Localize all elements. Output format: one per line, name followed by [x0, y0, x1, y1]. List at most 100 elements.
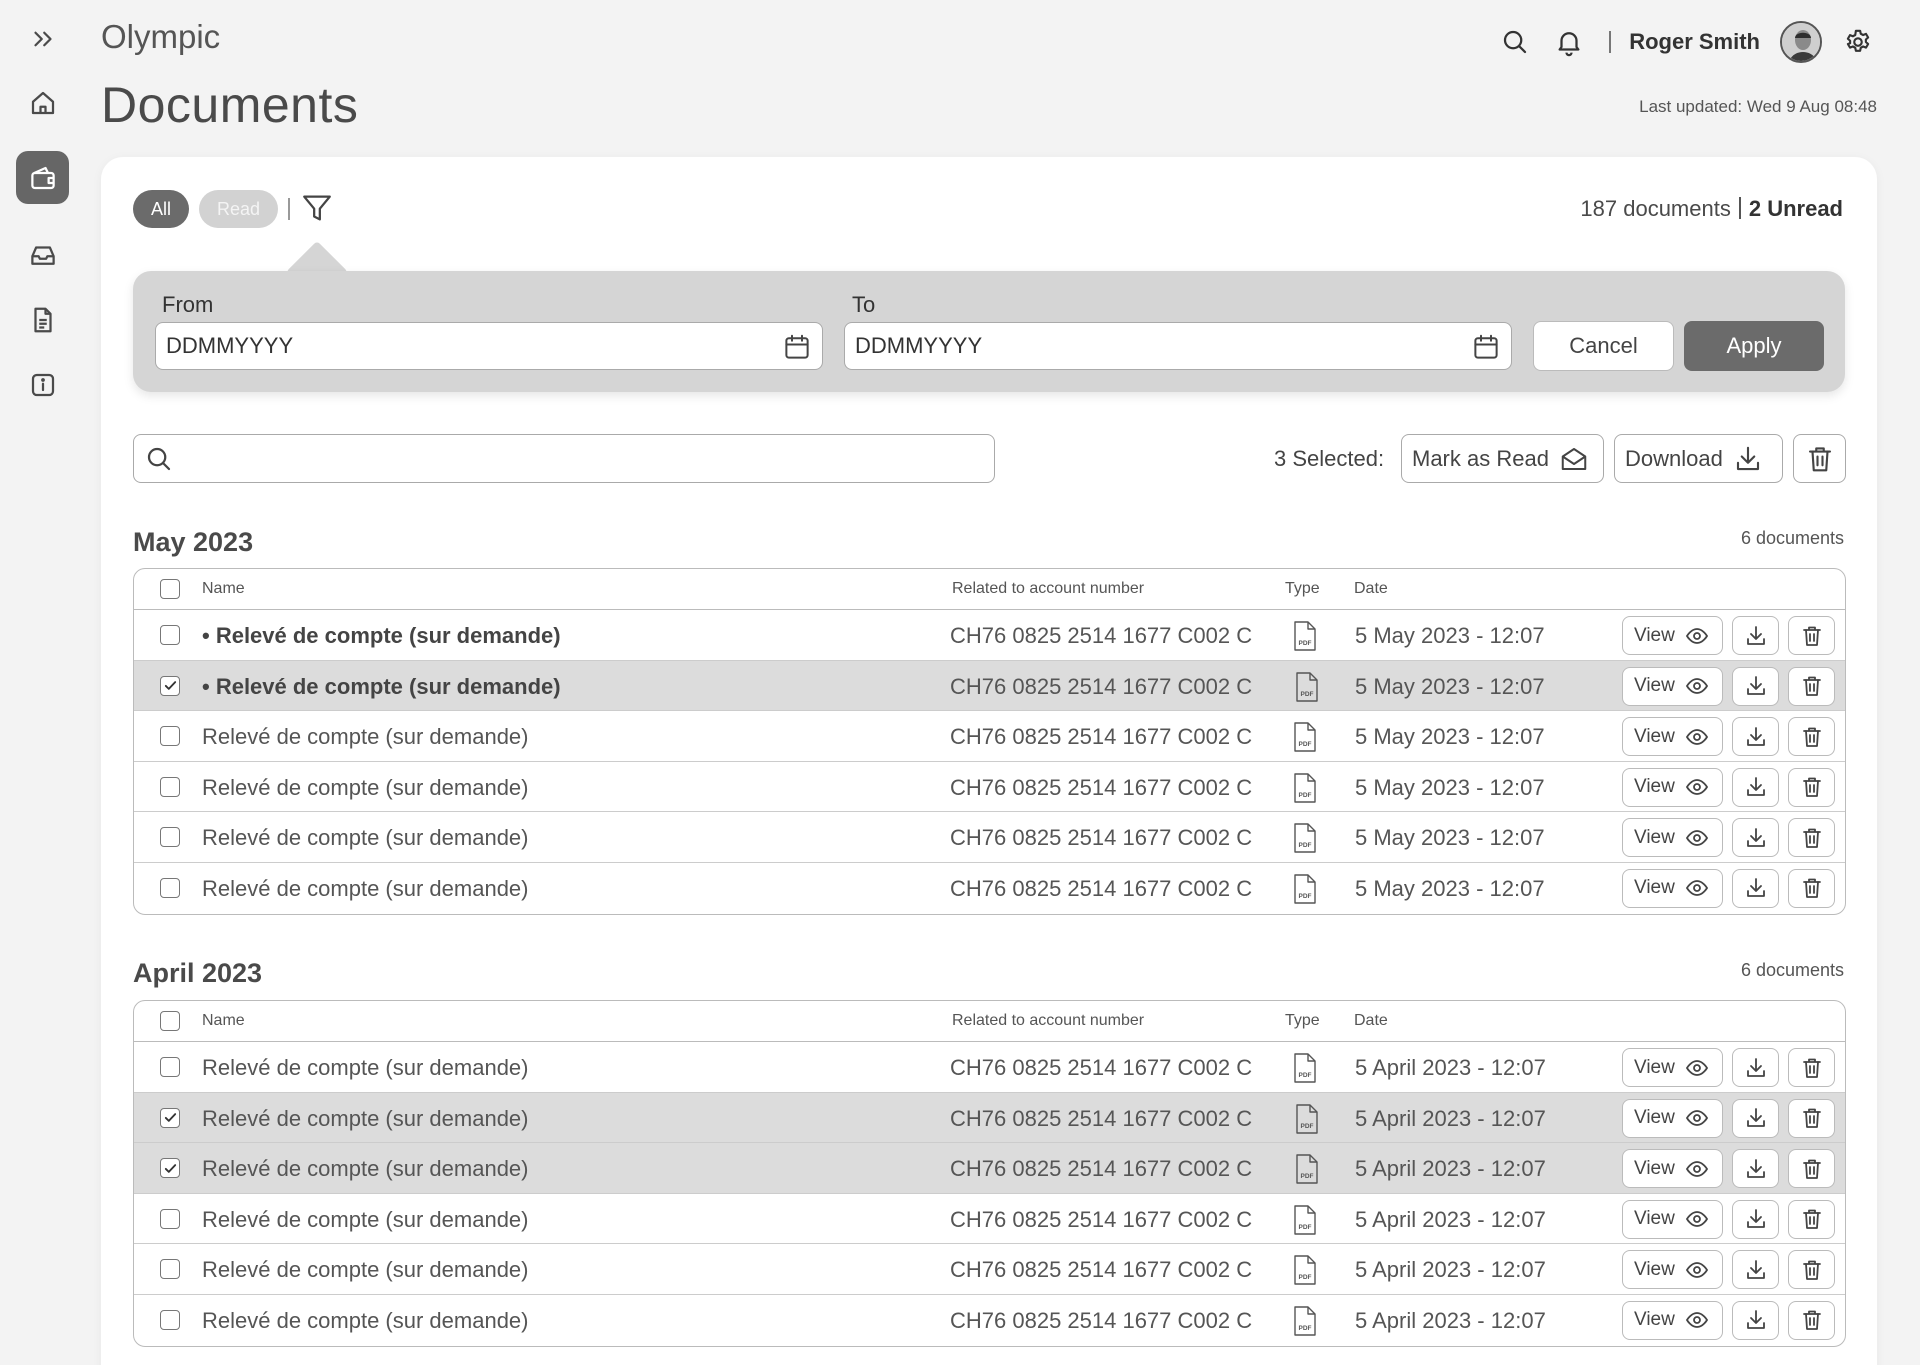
- table-row[interactable]: Relevé de compte (sur demande) CH76 0825 …: [134, 1092, 1845, 1144]
- view-button[interactable]: View: [1622, 1300, 1723, 1340]
- download-button[interactable]: [1732, 868, 1779, 908]
- view-button[interactable]: View: [1622, 1048, 1723, 1087]
- trash-icon: [1802, 828, 1821, 848]
- cancel-button[interactable]: Cancel: [1533, 321, 1674, 371]
- search-input[interactable]: [184, 443, 974, 473]
- row-checkbox[interactable]: [160, 1107, 180, 1128]
- view-button[interactable]: View: [1622, 868, 1723, 908]
- from-date-field[interactable]: DDMMYYYY: [155, 322, 823, 370]
- row-checkbox[interactable]: [160, 1309, 180, 1330]
- select-all-checkbox[interactable]: [160, 579, 180, 599]
- delete-button[interactable]: [1788, 767, 1835, 807]
- document-name[interactable]: Relevé de compte (sur demande): [202, 825, 529, 851]
- table-row[interactable]: • Relevé de compte (sur demande) CH76 082…: [134, 610, 1845, 661]
- sidebar-item-documents[interactable]: [16, 293, 69, 346]
- view-button[interactable]: View: [1622, 717, 1723, 757]
- to-date-field[interactable]: DDMMYYYY: [844, 322, 1512, 370]
- delete-button[interactable]: [1788, 666, 1835, 706]
- view-button[interactable]: View: [1622, 666, 1723, 706]
- calendar-icon[interactable]: [782, 332, 812, 362]
- filter-all-pill[interactable]: All: [133, 190, 189, 228]
- user-name[interactable]: Roger Smith: [1629, 29, 1760, 55]
- view-button[interactable]: View: [1622, 818, 1723, 858]
- document-name[interactable]: • Relevé de compte (sur demande): [202, 674, 561, 700]
- expand-sidebar-button[interactable]: [16, 12, 69, 65]
- calendar-icon[interactable]: [1471, 332, 1501, 362]
- table-row[interactable]: Relevé de compte (sur demande) CH76 0825 …: [134, 1244, 1845, 1295]
- view-button[interactable]: View: [1622, 1149, 1723, 1189]
- row-checkbox[interactable]: [160, 1158, 180, 1179]
- download-button[interactable]: [1732, 1250, 1779, 1290]
- sidebar-item-info[interactable]: [16, 358, 69, 411]
- filter-button[interactable]: [300, 191, 334, 225]
- table-row[interactable]: Relevé de compte (sur demande) CH76 0825 …: [134, 1295, 1845, 1346]
- document-name[interactable]: Relevé de compte (sur demande): [202, 724, 529, 750]
- download-button[interactable]: [1732, 1300, 1779, 1340]
- search-field[interactable]: [133, 434, 995, 483]
- view-button[interactable]: View: [1622, 1199, 1723, 1239]
- document-name[interactable]: Relevé de compte (sur demande): [202, 1308, 529, 1334]
- row-checkbox[interactable]: [160, 877, 180, 898]
- settings-button[interactable]: [1836, 20, 1880, 64]
- delete-button[interactable]: [1788, 1300, 1835, 1340]
- download-button[interactable]: [1732, 717, 1779, 757]
- document-name[interactable]: Relevé de compte (sur demande): [202, 1207, 529, 1233]
- row-checkbox[interactable]: [160, 1057, 180, 1077]
- download-button[interactable]: [1732, 1149, 1779, 1189]
- table-row[interactable]: Relevé de compte (sur demande) CH76 0825 …: [134, 812, 1845, 863]
- select-all-checkbox[interactable]: [160, 1011, 180, 1031]
- download-button[interactable]: [1732, 818, 1779, 858]
- download-button[interactable]: [1732, 1098, 1779, 1138]
- document-name[interactable]: Relevé de compte (sur demande): [202, 1106, 529, 1132]
- table-row[interactable]: Relevé de compte (sur demande) CH76 0825 …: [134, 762, 1845, 813]
- notifications-button[interactable]: [1547, 20, 1591, 64]
- avatar[interactable]: [1780, 21, 1822, 63]
- table-row[interactable]: Relevé de compte (sur demande) CH76 0825 …: [134, 863, 1845, 914]
- download-button[interactable]: [1732, 616, 1779, 655]
- view-button[interactable]: View: [1622, 616, 1723, 655]
- row-checkbox[interactable]: [160, 827, 180, 848]
- table-row[interactable]: Relevé de compte (sur demande) CH76 0825 …: [134, 1042, 1845, 1093]
- document-name[interactable]: • Relevé de compte (sur demande): [202, 623, 561, 649]
- download-button[interactable]: [1732, 1048, 1779, 1087]
- table-row[interactable]: Relevé de compte (sur demande) CH76 0825 …: [134, 1143, 1845, 1194]
- filter-read-pill[interactable]: Read: [199, 190, 278, 228]
- view-button[interactable]: View: [1622, 1250, 1723, 1290]
- download-button[interactable]: [1732, 666, 1779, 706]
- document-name[interactable]: Relevé de compte (sur demande): [202, 876, 529, 902]
- table-row[interactable]: Relevé de compte (sur demande) CH76 0825 …: [134, 1194, 1845, 1245]
- table-row[interactable]: Relevé de compte (sur demande) CH76 0825 …: [134, 711, 1845, 762]
- mark-as-read-button[interactable]: Mark as Read: [1401, 434, 1604, 483]
- row-checkbox[interactable]: [160, 726, 180, 747]
- document-name[interactable]: Relevé de compte (sur demande): [202, 1055, 529, 1081]
- download-button[interactable]: [1732, 767, 1779, 807]
- download-button[interactable]: [1732, 1199, 1779, 1239]
- delete-button[interactable]: [1788, 818, 1835, 858]
- delete-button[interactable]: [1788, 1048, 1835, 1087]
- delete-button[interactable]: [1788, 616, 1835, 655]
- delete-button[interactable]: [1788, 1149, 1835, 1189]
- delete-button[interactable]: [1788, 717, 1835, 757]
- delete-button[interactable]: [1788, 1098, 1835, 1138]
- row-checkbox[interactable]: [160, 1208, 180, 1229]
- sidebar-item-inbox[interactable]: [16, 228, 69, 281]
- row-checkbox[interactable]: [160, 675, 180, 696]
- document-name[interactable]: Relevé de compte (sur demande): [202, 1257, 529, 1283]
- download-selected-button[interactable]: Download: [1614, 434, 1783, 483]
- document-name[interactable]: Relevé de compte (sur demande): [202, 775, 529, 801]
- apply-button[interactable]: Apply: [1684, 321, 1824, 371]
- row-checkbox[interactable]: [160, 776, 180, 797]
- delete-button[interactable]: [1788, 1199, 1835, 1239]
- row-checkbox[interactable]: [160, 1259, 180, 1280]
- table-row[interactable]: • Relevé de compte (sur demande) CH76 082…: [134, 660, 1845, 712]
- delete-button[interactable]: [1788, 1250, 1835, 1290]
- delete-button[interactable]: [1788, 868, 1835, 908]
- document-name[interactable]: Relevé de compte (sur demande): [202, 1156, 529, 1182]
- view-button[interactable]: View: [1622, 767, 1723, 807]
- search-button[interactable]: [1493, 20, 1537, 64]
- sidebar-item-wallet[interactable]: [16, 151, 69, 204]
- row-checkbox[interactable]: [160, 625, 180, 645]
- view-button[interactable]: View: [1622, 1098, 1723, 1138]
- delete-selected-button[interactable]: [1793, 434, 1846, 483]
- sidebar-item-home[interactable]: [16, 76, 69, 129]
